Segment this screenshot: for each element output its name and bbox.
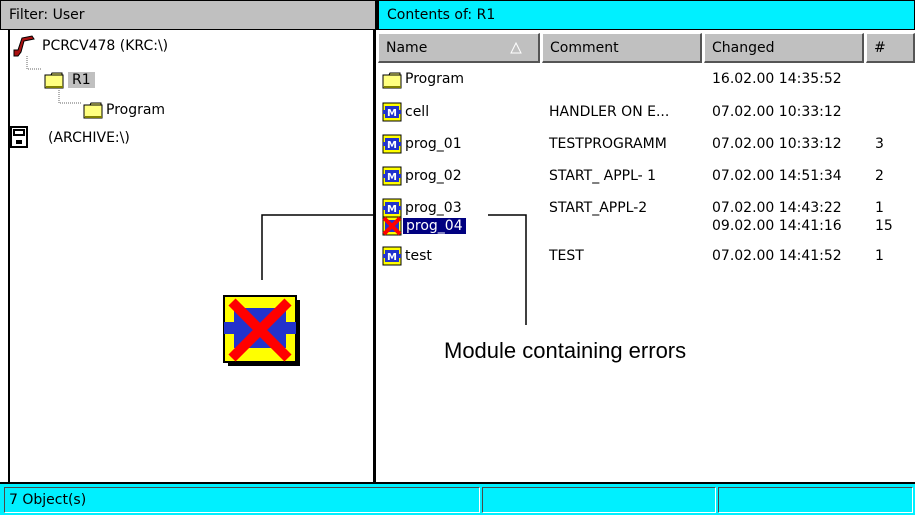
module-icon[interactable] [382, 246, 402, 266]
tree-connector [58, 90, 81, 104]
status-segment-2 [482, 487, 716, 513]
module-icon[interactable] [382, 134, 402, 154]
file-name[interactable]: prog_01 [405, 132, 462, 156]
column-header-changed[interactable]: Changed [704, 33, 864, 63]
folder-icon[interactable] [382, 70, 402, 90]
file-changed: 16.02.00 14:35:52 [712, 71, 842, 87]
folder-icon[interactable] [82, 100, 104, 120]
tree-item-r1[interactable]: R1 [68, 68, 95, 92]
file-name[interactable]: prog_02 [405, 164, 462, 188]
module-icon[interactable] [382, 198, 402, 218]
file-name[interactable]: cell [405, 100, 429, 124]
file-number: 15 [875, 218, 893, 234]
sort-ascending-icon [510, 42, 522, 54]
file-name[interactable]: test [405, 244, 432, 268]
module-icon[interactable] [382, 166, 402, 186]
tree-connector [26, 56, 41, 70]
file-comment: START_ APPL- 1 [549, 168, 657, 184]
tree-item-archive[interactable]: (ARCHIVE:\) [48, 126, 130, 150]
module-error-icon[interactable] [382, 216, 402, 236]
file-comment: TEST [549, 248, 584, 264]
file-changed: 07.02.00 10:33:12 [712, 104, 842, 120]
robot-drive-icon[interactable] [10, 34, 40, 58]
column-header-number[interactable]: # [866, 33, 915, 63]
callout-label: Module containing errors [444, 338, 687, 363]
file-changed: 07.02.00 14:51:34 [712, 168, 842, 184]
contents-label: Contents of: R1 [387, 7, 496, 23]
file-name-selected[interactable]: prog_04 [403, 214, 466, 238]
file-changed: 09.02.00 14:41:16 [712, 218, 842, 234]
file-number: 2 [875, 168, 884, 184]
archive-drive-icon[interactable] [10, 126, 28, 148]
file-changed: 07.02.00 14:41:52 [712, 248, 842, 264]
module-error-icon-large [223, 295, 300, 366]
file-comment: HANDLER ON E... [549, 104, 670, 120]
file-name[interactable]: Program [405, 67, 464, 91]
file-changed: 07.02.00 10:33:12 [712, 136, 842, 152]
file-comment: START_APPL-2 [549, 200, 648, 216]
status-segment-3 [718, 487, 913, 513]
file-number: 1 [875, 248, 884, 264]
status-object-count: 7 Object(s) [4, 487, 480, 513]
module-icon[interactable] [382, 102, 402, 122]
left-pane-header: Filter: User [0, 0, 376, 30]
file-comment: TESTPROGRAMM [549, 136, 667, 152]
open-folder-icon[interactable] [42, 70, 66, 90]
tree-item-root[interactable]: PCRCV478 (KRC:\) [42, 34, 168, 58]
right-pane-header: Contents of: R1 [376, 0, 915, 30]
tree-item-program[interactable]: Program [106, 98, 165, 122]
filter-label: Filter: User [9, 7, 85, 23]
column-header-comment[interactable]: Comment [542, 33, 702, 63]
file-number: 3 [875, 136, 884, 152]
